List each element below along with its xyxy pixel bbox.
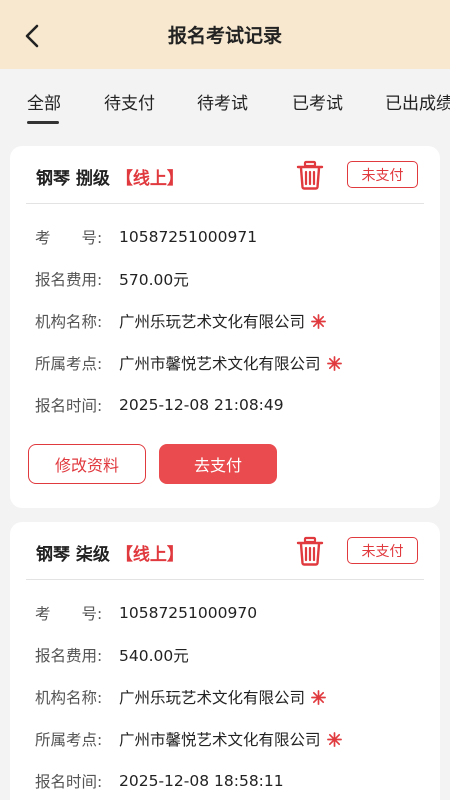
fee-row: 报名费用: 570.00元 [35,268,189,290]
divider [26,203,424,204]
snowflake-badge-icon [311,689,326,705]
exam-number-row: 考 号: 10587251000970 [35,602,257,624]
exam-site-label: 所属考点: [35,731,103,749]
organization-value: 广州乐玩艺术文化有限公司 [119,689,306,707]
organization-label: 机构名称: [35,689,103,707]
exam-site-label: 所属考点: [35,355,103,373]
registration-time-label: 报名时间: [35,773,103,791]
organization-row: 机构名称: 广州乐玩艺术文化有限公司 [35,310,326,332]
registration-time-value: 2025-12-08 21:08:49 [119,396,284,414]
exam-number-value: 10587251000971 [119,228,258,246]
record-card: 钢琴 捌级 【线上】 未支付 考 号: 10587251000971 报名费用: … [10,146,440,508]
registration-time-label: 报名时间: [35,397,103,415]
tab-all[interactable]: 全部 [27,89,61,114]
trash-icon [296,536,324,566]
organization-label: 机构名称: [35,313,103,331]
snowflake-badge-icon [326,355,342,371]
registration-time-value: 2025-12-08 18:58:11 [119,772,284,790]
registration-time-row: 报名时间: 2025-12-08 21:08:49 [35,394,284,416]
exam-site-value: 广州市馨悦艺术文化有限公司 [119,731,321,749]
tab-examined[interactable]: 已考试 [292,89,343,114]
snowflake-badge-icon [311,313,326,329]
exam-number-label: 考 号: [35,605,103,623]
fee-label: 报名费用: [35,271,103,289]
pay-button[interactable]: 去支付 [159,444,277,484]
status-badge: 未支付 [347,537,418,564]
registration-time-row: 报名时间: 2025-12-08 18:58:11 [35,770,284,792]
active-tab-indicator [27,121,59,124]
organization-row: 机构名称: 广州乐玩艺术文化有限公司 [35,686,326,708]
exam-number-row: 考 号: 10587251000971 [35,226,257,248]
organization-value: 广州乐玩艺术文化有限公司 [119,313,306,331]
fee-label: 报名费用: [35,647,103,665]
trash-icon [296,160,324,190]
exam-site-row: 所属考点: 广州市馨悦艺术文化有限公司 [35,728,342,750]
status-tabs: 全部 待支付 待考试 已考试 已出成绩 [0,69,450,133]
divider [26,579,424,580]
tab-pending-payment[interactable]: 待支付 [104,89,155,114]
back-button[interactable] [18,22,46,50]
tab-pending-exam[interactable]: 待考试 [197,89,248,114]
delete-button[interactable] [296,536,324,566]
fee-row: 报名费用: 540.00元 [35,644,189,666]
exam-mode: 【线上】 [115,545,184,565]
course-name: 钢琴 柒级 [36,545,110,565]
exam-mode: 【线上】 [115,169,184,189]
exam-number-value: 10587251000970 [119,604,258,622]
exam-site-row: 所属考点: 广州市馨悦艺术文化有限公司 [35,352,342,374]
tab-results-released[interactable]: 已出成绩 [385,89,450,114]
edit-info-button[interactable]: 修改资料 [28,444,146,484]
exam-site-value: 广州市馨悦艺术文化有限公司 [119,355,321,373]
snowflake-badge-icon [326,731,342,747]
page-title: 报名考试记录 [167,25,282,47]
record-card: 钢琴 柒级 【线上】 未支付 考 号: 10587251000970 报名费用: … [10,522,440,800]
chevron-left-icon [25,24,39,48]
fee-value: 570.00元 [119,271,189,289]
course-name: 钢琴 捌级 [36,169,110,189]
status-badge: 未支付 [347,161,418,188]
fee-value: 540.00元 [119,647,189,665]
course-title: 钢琴 捌级 【线上】 [36,164,184,189]
exam-number-label: 考 号: [35,229,103,247]
delete-button[interactable] [296,160,324,190]
course-title: 钢琴 柒级 【线上】 [36,540,184,565]
card-header: 钢琴 柒级 【线上】 未支付 [10,522,440,580]
card-header: 钢琴 捌级 【线上】 未支付 [10,146,440,204]
top-bar: 报名考试记录 [0,0,450,69]
